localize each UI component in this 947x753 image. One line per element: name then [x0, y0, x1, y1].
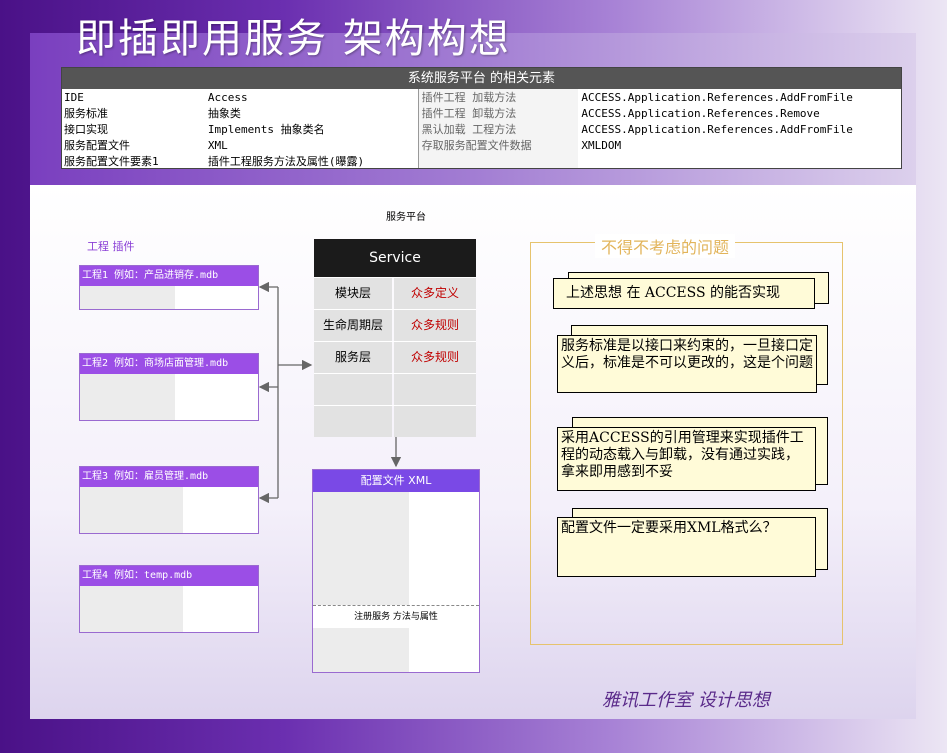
issues-title: 不得不考虑的问题: [595, 234, 736, 258]
footer-signature: 雅讯工作室 设计思想: [602, 690, 770, 711]
